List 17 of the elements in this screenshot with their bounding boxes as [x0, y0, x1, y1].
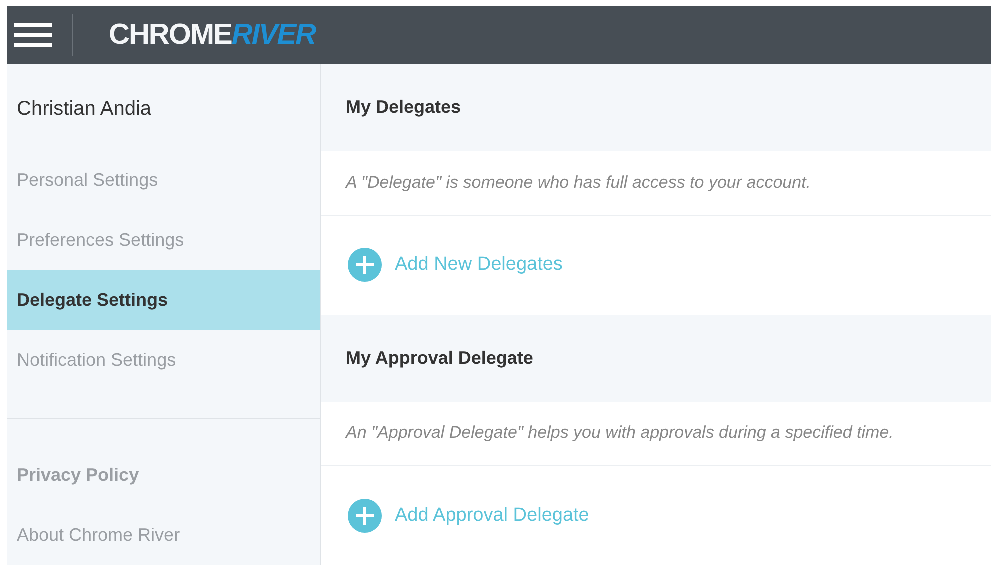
section-header: My Delegates [321, 64, 991, 151]
user-name: Christian Andia [16, 97, 153, 122]
sidebar-item[interactable]: Personal Settings [7, 150, 320, 210]
sidebar-item[interactable]: Notification Settings [7, 330, 320, 390]
description-text: A "Delegate" is someone who has full access to your account. [346, 172, 812, 193]
add-link[interactable]: Add Approval Delegate [348, 498, 590, 533]
plus-circle-icon [348, 248, 382, 282]
sidebar-item[interactable]: Delegate Settings [7, 270, 320, 330]
logo: CHROMERIVER [109, 18, 316, 52]
menu-icon[interactable] [14, 23, 52, 47]
section-header: My Approval Delegate [321, 314, 991, 402]
sidebar-link[interactable]: Privacy Policy [7, 445, 320, 505]
description-text: An "Approval Delegate" helps you with approvals during a specified time. [346, 423, 894, 444]
plus-circle-icon [348, 498, 382, 533]
sidebar-item[interactable]: Preferences Settings [7, 210, 320, 270]
sidebar-link[interactable]: About Chrome River [7, 505, 320, 565]
add-link[interactable]: Add New Delegates [348, 248, 563, 282]
